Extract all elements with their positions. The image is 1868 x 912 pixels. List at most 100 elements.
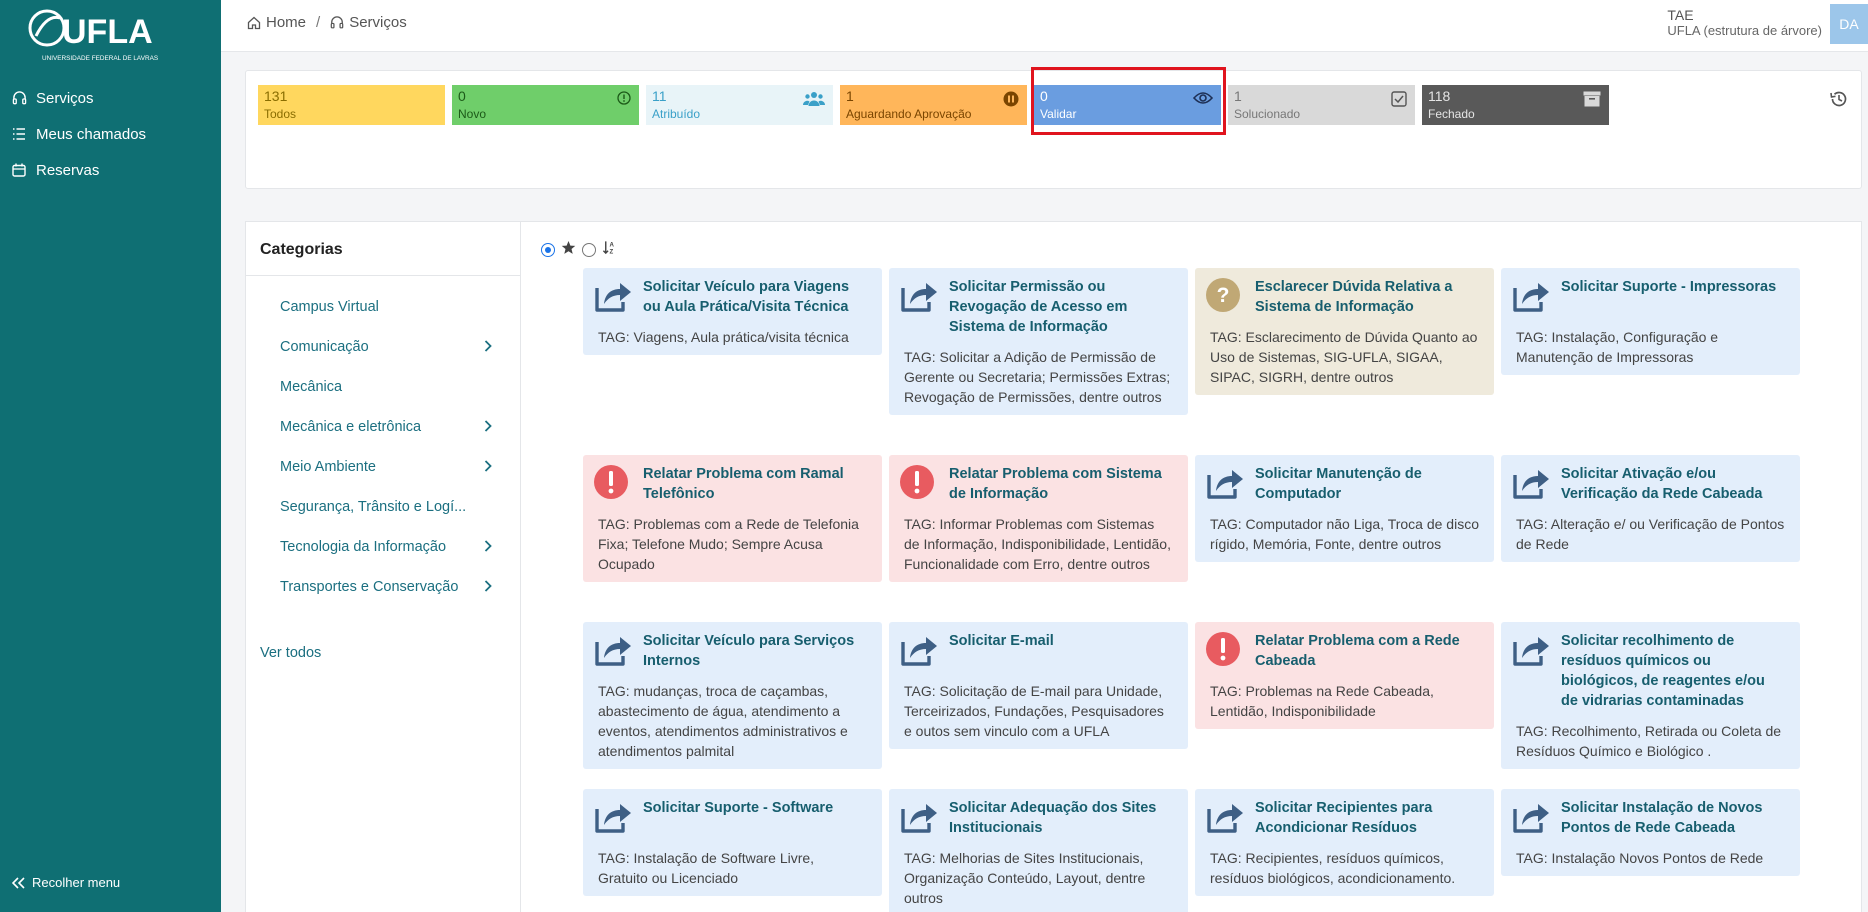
share-arrow-icon [1205, 798, 1245, 834]
sidebar-item-label: Meus chamados [36, 125, 147, 143]
status-count: 118 [1428, 88, 1451, 104]
service-card-tags: TAG: mudanças, troca de caçambas, abaste… [598, 683, 848, 759]
users-icon [803, 91, 825, 112]
service-card[interactable]: Solicitar Adequação dos Sites Institucio… [889, 789, 1188, 912]
category-label: Tecnologia da Informação [280, 539, 447, 555]
breadcrumb-current[interactable]: Serviços [349, 14, 407, 31]
status-label: Todos [264, 107, 297, 121]
category-label: Mecânica [280, 379, 343, 395]
share-arrow-icon [1511, 798, 1551, 834]
status-count: 1 [1234, 88, 1242, 104]
exclamation-icon [1205, 631, 1245, 667]
double-chevron-left-icon [12, 876, 26, 889]
sidebar-item-label: Serviços [36, 89, 94, 107]
share-arrow-icon [1511, 631, 1551, 667]
chevron-right-icon[interactable] [484, 340, 492, 356]
avatar[interactable]: DA [1830, 4, 1868, 44]
service-card[interactable]: ? Esclarecer Dúvida Relativa a Sistema de… [1195, 268, 1494, 395]
service-card-tags: TAG: Instalação, Configuração e Manutenç… [1516, 329, 1719, 365]
see-all-link[interactable]: Ver todos [260, 645, 321, 661]
service-card-title: Solicitar Permissão ou Revogação de Aces… [949, 279, 1128, 335]
collapse-menu-button[interactable]: Recolher menu [12, 875, 120, 890]
sort-alpha-radio[interactable] [582, 243, 596, 257]
service-card[interactable]: Solicitar E-mail TAG: Solicitação de E-ma… [889, 622, 1188, 749]
category-item[interactable]: Mecânica e eletrônica [246, 407, 520, 447]
service-card[interactable]: Relatar Problema com Ramal Telefônico TAG… [583, 455, 882, 582]
chevron-right-icon[interactable] [484, 460, 492, 476]
sidebar-item-servicos[interactable]: Serviços [0, 80, 221, 116]
svg-text:A: A [610, 242, 615, 249]
breadcrumb-home-link[interactable]: Home [266, 14, 306, 31]
service-card[interactable]: Solicitar Suporte - Software TAG: Instala… [583, 789, 882, 896]
pause-icon [1003, 91, 1019, 112]
status-label: Atribuído [652, 107, 701, 121]
service-card[interactable]: Solicitar Veículo para Serviços Internos… [583, 622, 882, 769]
share-arrow-icon [593, 631, 633, 667]
breadcrumb: Home / Serviços [247, 14, 407, 31]
service-card-tags: TAG: Solicitar a Adição de Permissão de … [904, 349, 1171, 405]
status-tile-solucionado[interactable]: 1 Solucionado [1228, 85, 1415, 125]
history-icon[interactable] [1829, 89, 1849, 114]
status-tile-todos[interactable]: 131 Todos [258, 85, 445, 125]
service-card-title: Solicitar Veículo para Serviços Internos [643, 633, 855, 669]
service-card[interactable]: Relatar Problema com Sistema de Informaç… [889, 455, 1188, 582]
status-label: Fechado [1428, 107, 1475, 121]
service-card[interactable]: Solicitar Ativação e/ou Verificação da R… [1501, 455, 1800, 562]
service-card[interactable]: Solicitar Suporte - Impressoras TAG: Inst… [1501, 268, 1800, 375]
ufla-logo[interactable]: UFLA UNIVERSIDADE FEDERAL DE LAVRAS [28, 6, 170, 64]
share-arrow-icon [593, 798, 633, 834]
category-item[interactable]: Meio Ambiente [246, 447, 520, 487]
share-arrow-icon [899, 631, 939, 667]
category-item[interactable]: Comunicação [246, 327, 520, 367]
service-card-title: Solicitar Adequação dos Sites Institucio… [949, 800, 1157, 836]
status-tile-atribuido[interactable]: 11 Atribuído [646, 85, 833, 125]
sort-alpha-icon: AZ [602, 240, 617, 260]
category-item[interactable]: Mecânica [246, 367, 520, 407]
category-list: Campus Virtual Comunicação Mecânica Mecâ… [246, 276, 520, 607]
svg-text:?: ? [1217, 284, 1230, 307]
service-card[interactable]: Solicitar Permissão ou Revogação de Aces… [889, 268, 1188, 415]
service-card[interactable]: Solicitar Instalação de Novos Pontos de … [1501, 789, 1800, 876]
service-card-tags: TAG: Viagens, Aula prática/visita técnic… [598, 329, 849, 345]
service-card-title: Relatar Problema com Ramal Telefônico [643, 466, 844, 502]
selected-tile-highlight [1031, 67, 1226, 135]
status-tile-fechado[interactable]: 118 Fechado [1422, 85, 1609, 125]
service-card-title: Solicitar Suporte - Software [643, 800, 834, 816]
sort-default-radio[interactable] [541, 243, 555, 257]
status-count: 11 [652, 88, 667, 104]
category-item[interactable]: Transportes e Conservação [246, 567, 520, 607]
svg-text:Z: Z [610, 249, 614, 255]
user-profile-selector[interactable]: TAE UFLA (estrutura de árvore) [1667, 7, 1822, 39]
chevron-right-icon[interactable] [484, 540, 492, 556]
category-label: Transportes e Conservação [280, 579, 459, 595]
service-card[interactable]: Solicitar recolhimento de resíduos quími… [1501, 622, 1800, 769]
alert-circle-icon [617, 91, 631, 110]
service-card-title: Solicitar Suporte - Impressoras [1561, 279, 1777, 295]
service-card-tags: TAG: Esclarecimento de Dúvida Quanto ao … [1210, 329, 1478, 385]
sidebar-item-meus-chamados[interactable]: Meus chamados [0, 116, 221, 152]
sidebar-item-reservas[interactable]: Reservas [0, 152, 221, 188]
service-card[interactable]: Solicitar Manutenção de Computador TAG: C… [1195, 455, 1494, 562]
category-label: Comunicação [280, 339, 369, 355]
chevron-right-icon[interactable] [484, 580, 492, 596]
service-card-tags: TAG: Instalação de Software Livre, Gratu… [598, 850, 815, 886]
exclamation-icon [593, 464, 633, 500]
headset-icon [10, 89, 28, 107]
category-item[interactable]: Campus Virtual [246, 287, 520, 327]
service-card-title: Relatar Problema com a Rede Cabeada [1255, 633, 1460, 669]
chevron-right-icon[interactable] [484, 420, 492, 436]
status-label: Aguardando Aprovação [846, 107, 972, 121]
category-item[interactable]: Tecnologia da Informação [246, 527, 520, 567]
status-tile-aguardando-aprovacao[interactable]: 1 Aguardando Aprovação [840, 85, 1027, 125]
share-arrow-icon [1511, 277, 1551, 313]
status-tile-novo[interactable]: 0 Novo [452, 85, 639, 125]
service-card[interactable]: Relatar Problema com a Rede Cabeada TAG: … [1195, 622, 1494, 729]
list-icon [10, 125, 28, 143]
category-label: Mecânica e eletrônica [280, 419, 422, 435]
logo-text: UFLA [62, 13, 153, 51]
category-item[interactable]: Segurança, Trânsito e Logí... [246, 487, 520, 527]
category-label: Campus Virtual [280, 299, 379, 315]
service-card[interactable]: Solicitar Recipientes para Acondicionar … [1195, 789, 1494, 896]
service-card[interactable]: Solicitar Veículo para Viagens ou Aula P… [583, 268, 882, 355]
service-card-tags: TAG: Problemas na Rede Cabeada, Lentidão… [1210, 683, 1434, 719]
